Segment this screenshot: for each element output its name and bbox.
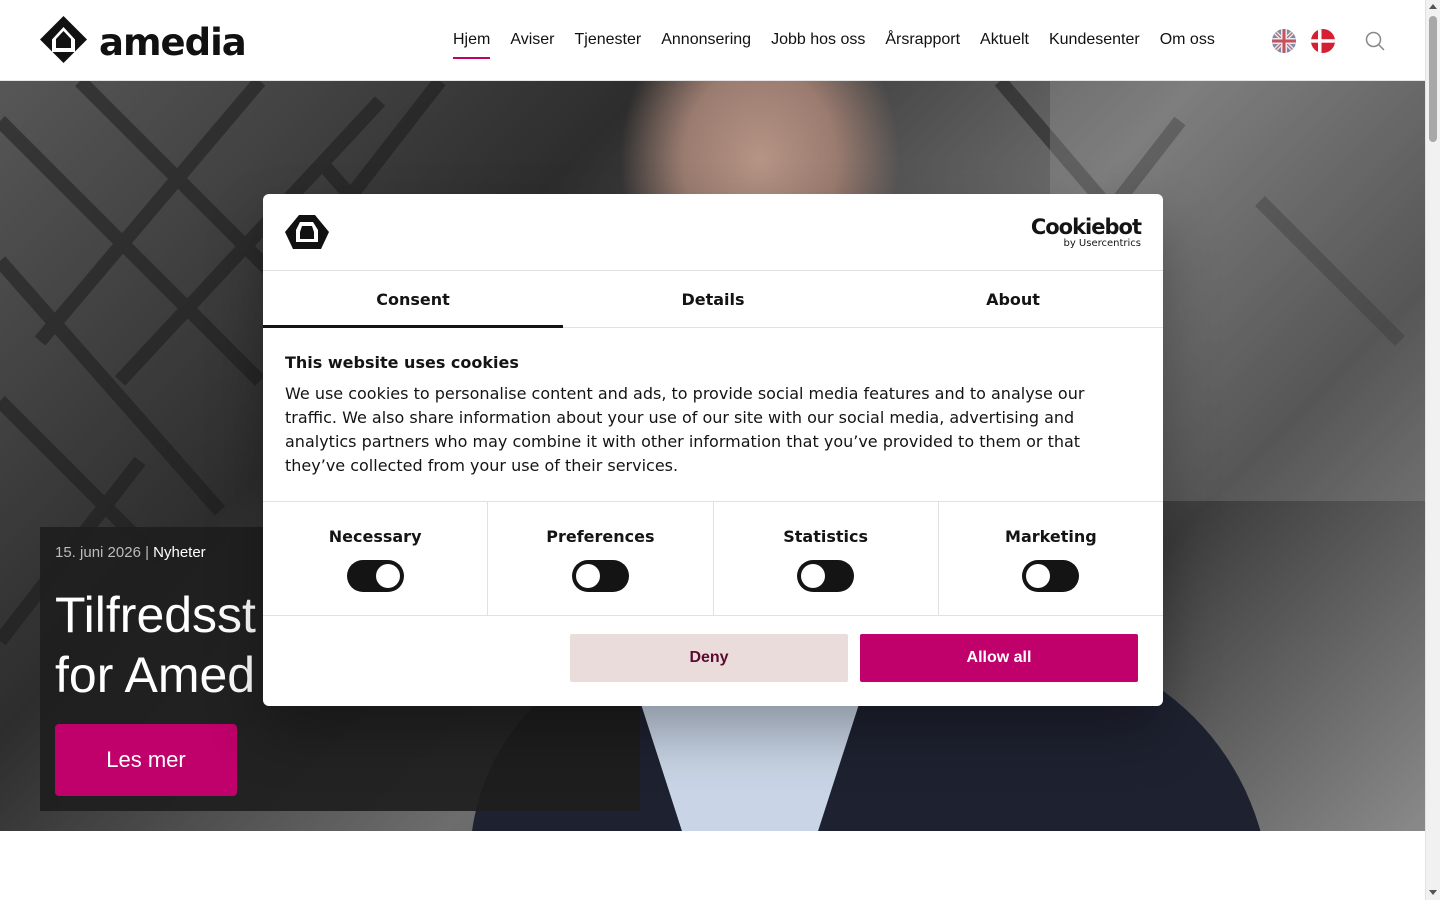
deny-button[interactable]: Deny bbox=[570, 634, 848, 682]
dialog-header: Cookiebot by Usercentrics bbox=[263, 194, 1163, 271]
allow-all-button[interactable]: Allow all bbox=[860, 634, 1138, 682]
uk-flag-icon[interactable] bbox=[1272, 29, 1296, 53]
article-date: 15. juni 2026 bbox=[55, 544, 141, 561]
toggle-knob bbox=[801, 564, 826, 588]
nav-item-jobb-hos-oss[interactable]: Jobb hos oss bbox=[761, 28, 875, 52]
nav-item-tjenester[interactable]: Tjenester bbox=[565, 28, 652, 52]
cookie-consent-dialog: Cookiebot by Usercentrics Consent Detail… bbox=[263, 194, 1163, 706]
category-preferences: Preferences bbox=[488, 502, 714, 615]
article-title-line-1: Tilfredsst bbox=[55, 587, 256, 643]
tab-about[interactable]: About bbox=[863, 271, 1163, 327]
statistics-label: Statistics bbox=[783, 527, 868, 546]
scrollbar-thumb[interactable] bbox=[1429, 16, 1437, 142]
read-more-button[interactable]: Les mer bbox=[55, 724, 237, 796]
search-icon[interactable] bbox=[1364, 30, 1386, 52]
scroll-down-arrow-icon[interactable] bbox=[1429, 890, 1437, 895]
amedia-logo-icon bbox=[285, 215, 329, 249]
nav-item-kundesenter[interactable]: Kundesenter bbox=[1039, 28, 1150, 52]
scroll-up-arrow-icon[interactable] bbox=[1429, 4, 1437, 9]
dialog-tabs: Consent Details About bbox=[263, 271, 1163, 328]
main-nav: Hjem Aviser Tjenester Annonsering Jobb h… bbox=[443, 28, 1225, 59]
article-category[interactable]: Nyheter bbox=[153, 544, 206, 561]
logo-text: amedia bbox=[99, 20, 247, 64]
toggle-knob bbox=[1026, 564, 1051, 588]
article-title-line-2: for Amed bbox=[55, 647, 256, 703]
dk-flag-icon[interactable] bbox=[1311, 29, 1335, 53]
dialog-heading: This website uses cookies bbox=[285, 353, 519, 372]
tab-details[interactable]: Details bbox=[563, 271, 863, 327]
meta-separator: | bbox=[140, 544, 154, 561]
toggle-knob bbox=[575, 564, 600, 588]
preferences-toggle[interactable] bbox=[571, 560, 629, 592]
site-header: amedia Hjem Aviser Tjenester Annonsering… bbox=[0, 0, 1425, 81]
necessary-toggle[interactable] bbox=[346, 560, 404, 592]
site-logo[interactable]: amedia bbox=[40, 16, 247, 68]
cookie-category-switches: Necessary Preferences Statistics Marketi… bbox=[263, 502, 1163, 616]
category-statistics: Statistics bbox=[714, 502, 939, 615]
necessary-label: Necessary bbox=[328, 527, 422, 546]
nav-item-arsrapport[interactable]: Årsrapport bbox=[875, 28, 970, 52]
nav-item-om-oss[interactable]: Om oss bbox=[1150, 28, 1225, 52]
cookiebot-brand: Cookiebot bbox=[1030, 215, 1142, 239]
dialog-buttons: Deny Allow all bbox=[263, 616, 1163, 706]
amedia-logo-icon bbox=[40, 16, 87, 68]
article-meta: 15. juni 2026 | Nyheter bbox=[55, 544, 206, 561]
marketing-toggle[interactable] bbox=[1022, 560, 1080, 592]
cookiebot-brand-sub: by Usercentrics bbox=[1063, 238, 1141, 249]
nav-item-aktuelt[interactable]: Aktuelt bbox=[970, 28, 1039, 52]
preferences-label: Preferences bbox=[546, 527, 655, 546]
statistics-toggle[interactable] bbox=[797, 560, 855, 592]
dialog-description: We use cookies to personalise content an… bbox=[285, 384, 1085, 475]
cookiebot-logo[interactable]: Cookiebot by Usercentrics bbox=[1030, 215, 1142, 249]
dialog-body: This website uses cookies We use cookies… bbox=[263, 328, 1163, 502]
nav-item-hjem[interactable]: Hjem bbox=[443, 28, 500, 59]
page-scrollbar[interactable] bbox=[1425, 0, 1440, 900]
marketing-label: Marketing bbox=[1005, 527, 1097, 546]
nav-item-annonsering[interactable]: Annonsering bbox=[651, 28, 761, 52]
toggle-knob bbox=[375, 564, 400, 588]
tab-consent[interactable]: Consent bbox=[263, 271, 563, 328]
category-marketing: Marketing bbox=[939, 502, 1163, 615]
category-necessary: Necessary bbox=[263, 502, 489, 615]
nav-item-aviser[interactable]: Aviser bbox=[500, 28, 564, 52]
